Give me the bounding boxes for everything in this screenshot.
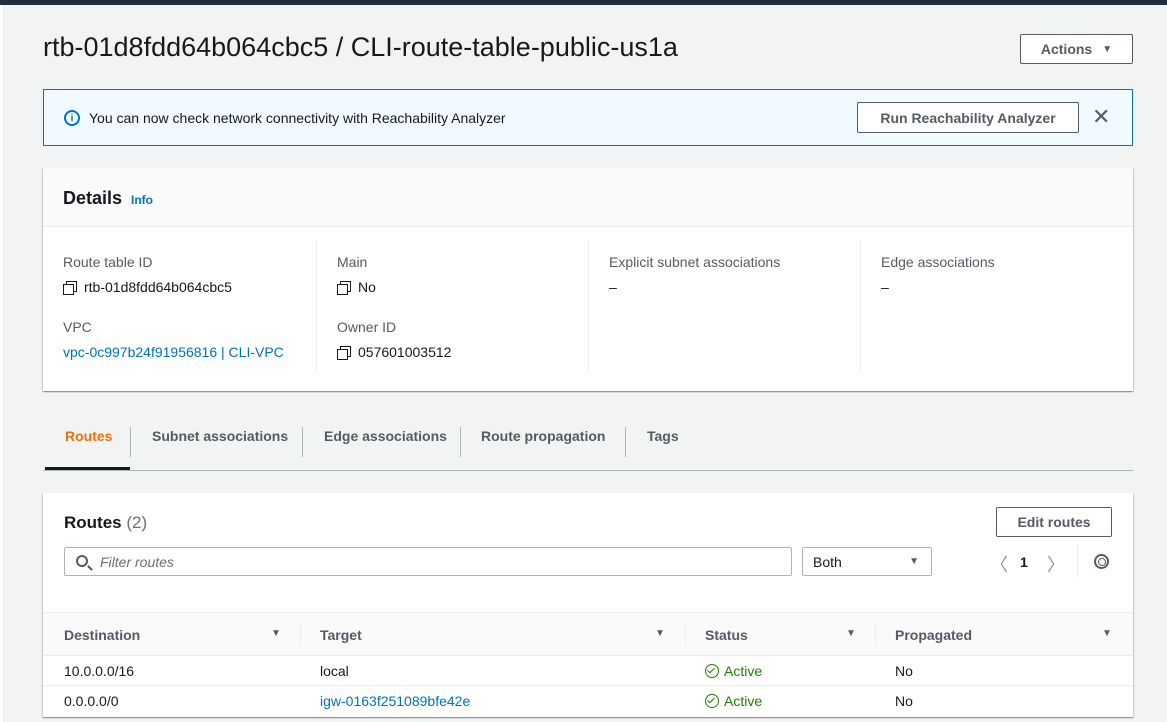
propagated-cell: No xyxy=(895,663,913,679)
route-table-id-value: rtb-01d8fdd64b064cbc5 xyxy=(63,279,232,295)
copy-icon[interactable] xyxy=(337,280,351,295)
sort-icon[interactable]: ▼ xyxy=(846,628,856,639)
search-input[interactable] xyxy=(100,553,780,571)
routes-count: (2) xyxy=(126,513,148,532)
tab-divider xyxy=(460,427,461,457)
tab-route-propagation[interactable]: Route propagation xyxy=(481,428,605,456)
routes-panel: Routes (2) Both ▼ 〈 1 〉 Destination ▼ Ta… xyxy=(43,493,1133,717)
pagination-divider xyxy=(1077,545,1078,577)
status-check-icon xyxy=(705,694,719,708)
column-header-status[interactable]: Status xyxy=(705,627,748,643)
explicit-subnet-associations-label: Explicit subnet associations xyxy=(609,254,781,270)
tab-divider xyxy=(302,427,303,457)
tab-routes[interactable]: Routes xyxy=(65,428,112,456)
column-divider[interactable] xyxy=(875,624,876,644)
details-column-2: Main No Owner ID 057601003512 xyxy=(316,241,588,371)
banner-message: You can now check network connectivity w… xyxy=(89,110,506,126)
caret-down-icon: ▼ xyxy=(1102,43,1113,55)
main-label: Main xyxy=(337,254,368,270)
details-title: Details xyxy=(63,188,123,208)
filter-routes-field[interactable] xyxy=(64,547,792,576)
caret-down-icon: ▼ xyxy=(909,556,919,567)
next-page-icon[interactable]: 〉 xyxy=(1047,551,1065,577)
active-tab-indicator xyxy=(45,467,130,470)
sort-icon[interactable]: ▼ xyxy=(1102,628,1112,639)
target-cell: local xyxy=(320,663,349,679)
details-panel: Details Info Route table ID rtb-01d8fdd6… xyxy=(43,168,1133,391)
edge-associations-value: – xyxy=(881,279,889,295)
owner-id-label: Owner ID xyxy=(337,319,397,335)
previous-page-icon[interactable]: 〈 xyxy=(990,551,1008,577)
sort-icon[interactable]: ▼ xyxy=(655,628,665,639)
column-divider[interactable] xyxy=(300,624,301,644)
info-icon: i xyxy=(64,110,80,126)
main-text: No xyxy=(358,279,376,295)
actions-button-label: Actions xyxy=(1040,41,1093,57)
edit-routes-button[interactable]: Edit routes xyxy=(996,507,1112,537)
table-row: 0.0.0.0/0 igw-0163f251089bfe42e Active N… xyxy=(43,686,1133,716)
details-header: Details Info xyxy=(43,168,1133,227)
search-icon xyxy=(76,555,88,567)
explicit-subnet-associations-value: – xyxy=(609,279,617,295)
table-row: 10.0.0.0/16 local Active No xyxy=(43,656,1133,686)
status-text: Active xyxy=(724,693,763,709)
status-check-icon xyxy=(705,664,719,678)
tab-edge-associations[interactable]: Edge associations xyxy=(324,428,447,456)
details-column-1: Route table ID rtb-01d8fdd64b064cbc5 VPC… xyxy=(63,241,315,371)
status-cell: Active xyxy=(705,693,762,709)
gear-icon[interactable] xyxy=(1094,554,1109,569)
details-column-4: Edge associations – xyxy=(860,241,1132,371)
target-link[interactable]: igw-0163f251089bfe42e xyxy=(320,693,470,709)
tab-tags[interactable]: Tags xyxy=(647,428,679,456)
column-header-target[interactable]: Target xyxy=(320,627,362,643)
status-cell: Active xyxy=(705,663,762,679)
vpc-label: VPC xyxy=(63,319,92,335)
owner-id-text: 057601003512 xyxy=(358,344,452,360)
route-table-id-label: Route table ID xyxy=(63,254,153,270)
routes-title: Routes (2) xyxy=(64,513,147,533)
column-header-destination[interactable]: Destination xyxy=(64,627,140,643)
main-value: No xyxy=(337,279,376,295)
info-link[interactable]: Info xyxy=(131,193,153,207)
actions-button[interactable]: Actions ▼ xyxy=(1020,34,1133,64)
propagated-cell: No xyxy=(895,693,913,709)
run-reachability-analyzer-button[interactable]: Run Reachability Analyzer xyxy=(857,102,1079,133)
routes-title-text: Routes xyxy=(64,513,122,532)
column-divider[interactable] xyxy=(685,624,686,644)
tab-subnet-associations[interactable]: Subnet associations xyxy=(152,428,288,456)
propagation-filter-value: Both xyxy=(813,554,842,570)
page-number[interactable]: 1 xyxy=(1020,554,1028,570)
page-title: rtb-01d8fdd64b064cbc5 / CLI-route-table-… xyxy=(43,32,678,62)
table-header: Destination ▼ Target ▼ Status ▼ Propagat… xyxy=(43,612,1133,656)
details-column-3: Explicit subnet associations – xyxy=(588,241,860,371)
column-header-propagated[interactable]: Propagated xyxy=(895,627,972,643)
sort-icon[interactable]: ▼ xyxy=(271,628,281,639)
propagation-filter-select[interactable]: Both ▼ xyxy=(802,547,932,576)
tab-divider xyxy=(625,427,626,457)
destination-cell: 10.0.0.0/16 xyxy=(64,663,135,679)
copy-icon[interactable] xyxy=(63,280,77,295)
vpc-link[interactable]: vpc-0c997b24f91956816 | CLI-VPC xyxy=(63,344,284,360)
close-icon[interactable]: ✕ xyxy=(1092,106,1110,128)
owner-id-value: 057601003512 xyxy=(337,344,451,360)
status-text: Active xyxy=(724,663,763,679)
destination-cell: 0.0.0.0/0 xyxy=(64,693,119,709)
tab-bar: Routes Subnet associations Edge associat… xyxy=(43,420,1133,471)
copy-icon[interactable] xyxy=(337,345,351,360)
top-nav-bar xyxy=(0,0,1167,5)
tab-divider xyxy=(130,427,131,457)
edge-associations-label: Edge associations xyxy=(881,254,995,270)
left-nav-edge xyxy=(0,5,4,722)
route-table-id-text: rtb-01d8fdd64b064cbc5 xyxy=(84,279,232,295)
